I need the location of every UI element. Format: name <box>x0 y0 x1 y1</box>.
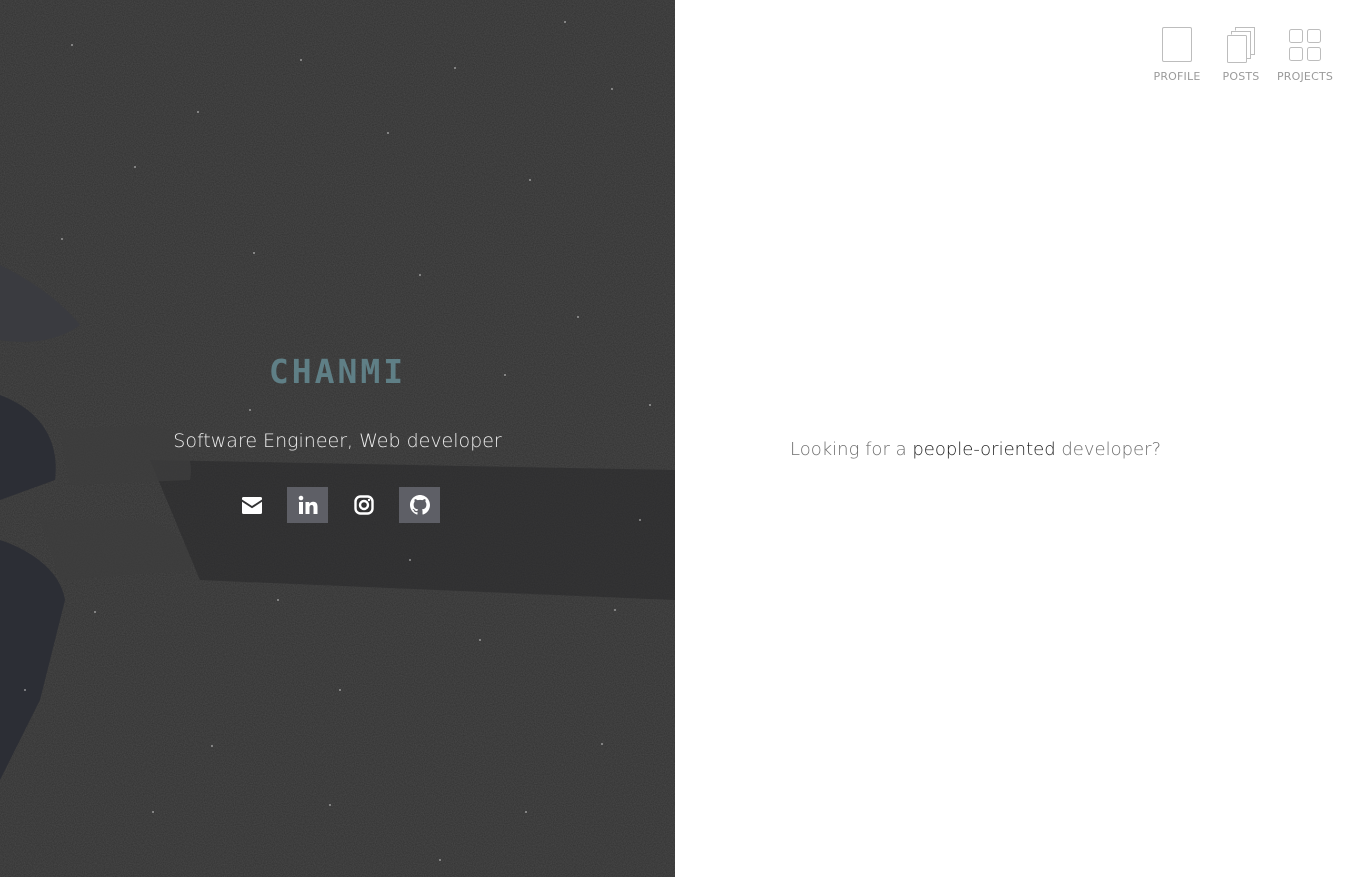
linkedin-icon <box>298 495 317 514</box>
github-icon <box>409 495 430 515</box>
linkedin-link[interactable] <box>287 487 328 523</box>
nav-projects-label: PROJECTS <box>1276 70 1334 83</box>
intro-text: Looking for a people-oriented developer? <box>790 439 1161 460</box>
brand-name: CHANMI <box>268 352 407 391</box>
hero-panel: CHANMI Software Engineer, Web developer <box>0 0 675 877</box>
nav-posts[interactable]: POSTS <box>1211 27 1271 83</box>
grid-icon <box>1289 29 1321 61</box>
stacked-pages-icon <box>1227 27 1255 63</box>
intro-emphasis: people-oriented <box>912 439 1056 460</box>
intro-prefix: Looking for a <box>790 439 913 460</box>
page-icon <box>1162 27 1192 62</box>
github-link[interactable] <box>399 487 440 523</box>
nav-posts-label: POSTS <box>1222 70 1260 83</box>
top-navigation: PROFILE POSTS PROJECTS <box>1147 27 1335 83</box>
nav-profile[interactable]: PROFILE <box>1147 27 1207 83</box>
envelope-icon <box>241 496 262 514</box>
instagram-link[interactable] <box>343 487 384 523</box>
nav-profile-label: PROFILE <box>1153 70 1201 83</box>
hero-content: CHANMI Software Engineer, Web developer <box>0 0 675 877</box>
tagline: Software Engineer, Web developer <box>173 430 502 452</box>
social-links <box>231 487 440 523</box>
intro-suffix: developer? <box>1055 439 1162 460</box>
email-link[interactable] <box>231 487 272 523</box>
nav-projects[interactable]: PROJECTS <box>1275 27 1335 83</box>
instagram-icon <box>353 495 374 515</box>
